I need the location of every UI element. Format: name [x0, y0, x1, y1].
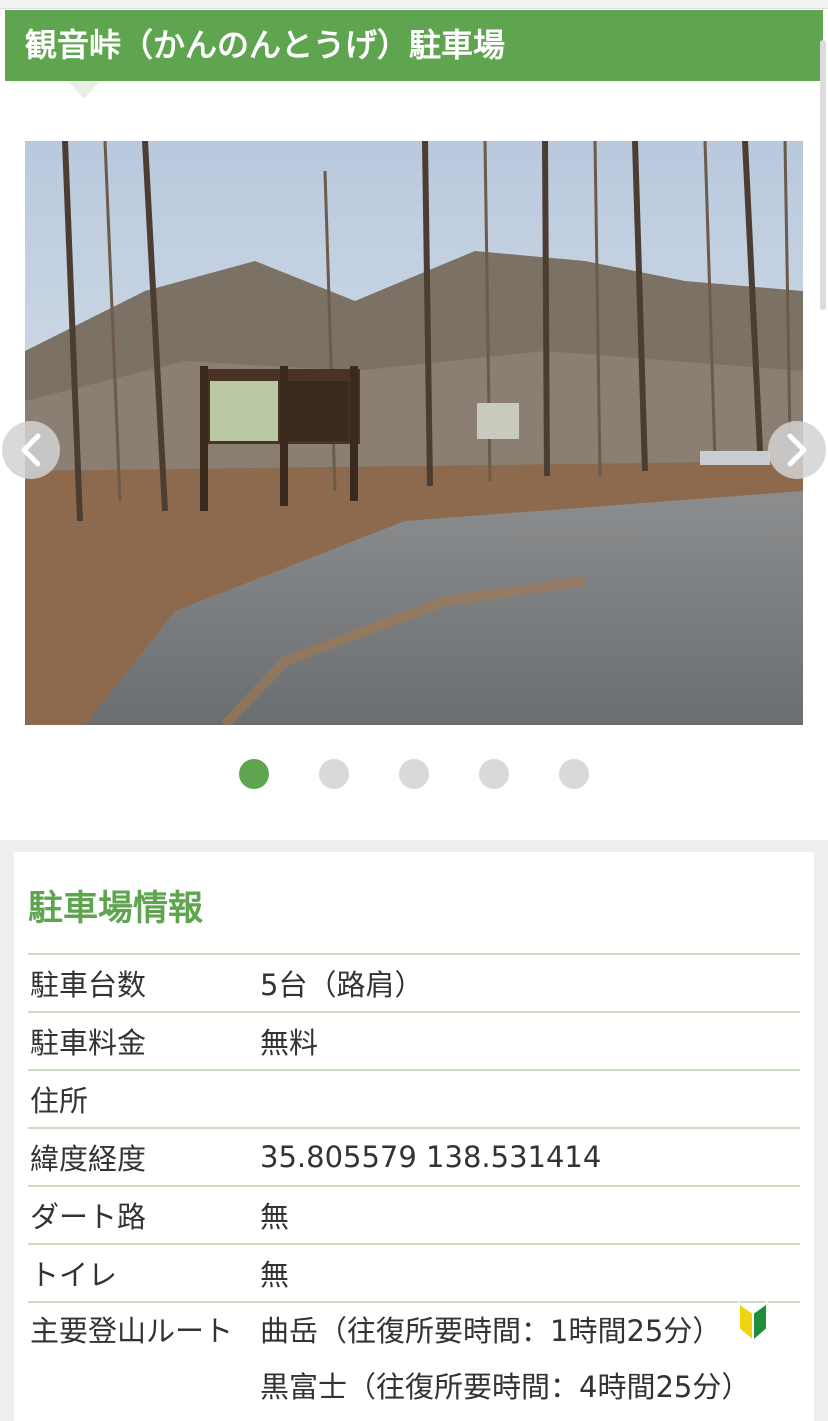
row-value	[260, 1069, 800, 1128]
table-row: トイレ 無	[28, 1243, 800, 1302]
gallery-dot-5[interactable]	[559, 759, 589, 789]
row-label: 緯度経度	[28, 1127, 260, 1186]
route-link[interactable]: 曲岳（往復所要時間：1時間25分）	[260, 1303, 721, 1359]
table-row: 駐車料金 無料	[28, 1011, 800, 1070]
parking-info-table: 駐車台数 5台（路肩） 駐車料金 無料 住所 緯度経度 35.805579 13…	[28, 953, 800, 1415]
table-row: 住所	[28, 1069, 800, 1128]
row-value: 無	[260, 1185, 800, 1244]
row-label: 駐車台数	[28, 953, 260, 1012]
row-label: 主要登山ルート	[28, 1301, 260, 1415]
row-value: 無	[260, 1243, 800, 1302]
gallery-dot-3[interactable]	[399, 759, 429, 789]
gallery-dot-4[interactable]	[479, 759, 509, 789]
row-label: トイレ	[28, 1243, 260, 1302]
chevron-right-icon	[787, 433, 807, 467]
route-item[interactable]: 曲岳（往復所要時間：1時間25分）	[260, 1301, 800, 1361]
top-edge	[0, 0, 828, 9]
gallery-pagination	[239, 759, 589, 789]
gallery-dot-1[interactable]	[239, 759, 269, 789]
route-link[interactable]: 黒富士（往復所要時間：4時間25分）	[260, 1359, 750, 1415]
beginner-mark-icon	[737, 1301, 769, 1361]
row-value: 35.805579 138.531414	[260, 1127, 800, 1186]
gallery-dot-2[interactable]	[319, 759, 349, 789]
table-row: 主要登山ルート 曲岳（往復所要時間：1時間25分） 黒富士（往復所要時間：4時間…	[28, 1301, 800, 1415]
page-title: 観音峠（かんのんとうげ）駐車場	[5, 10, 823, 81]
row-label: ダート路	[28, 1185, 260, 1244]
table-row: 緯度経度 35.805579 138.531414	[28, 1127, 800, 1186]
table-row: ダート路 無	[28, 1185, 800, 1244]
row-value: 無料	[260, 1011, 800, 1070]
route-list: 曲岳（往復所要時間：1時間25分） 黒富士（往復所要時間：4時間25分）	[260, 1301, 800, 1415]
route-item[interactable]: 黒富士（往復所要時間：4時間25分）	[260, 1359, 800, 1415]
gallery-next-button[interactable]	[768, 421, 826, 479]
gallery-prev-button[interactable]	[2, 421, 60, 479]
table-row: 駐車台数 5台（路肩）	[28, 953, 800, 1012]
chevron-left-icon	[21, 433, 41, 467]
header-pointer	[68, 81, 100, 99]
row-label: 住所	[28, 1069, 260, 1128]
row-value: 5台（路肩）	[260, 953, 800, 1012]
info-title: 駐車場情報	[28, 889, 204, 929]
scrollbar[interactable]	[820, 40, 826, 310]
parking-photo	[25, 141, 803, 725]
row-label: 駐車料金	[28, 1011, 260, 1070]
